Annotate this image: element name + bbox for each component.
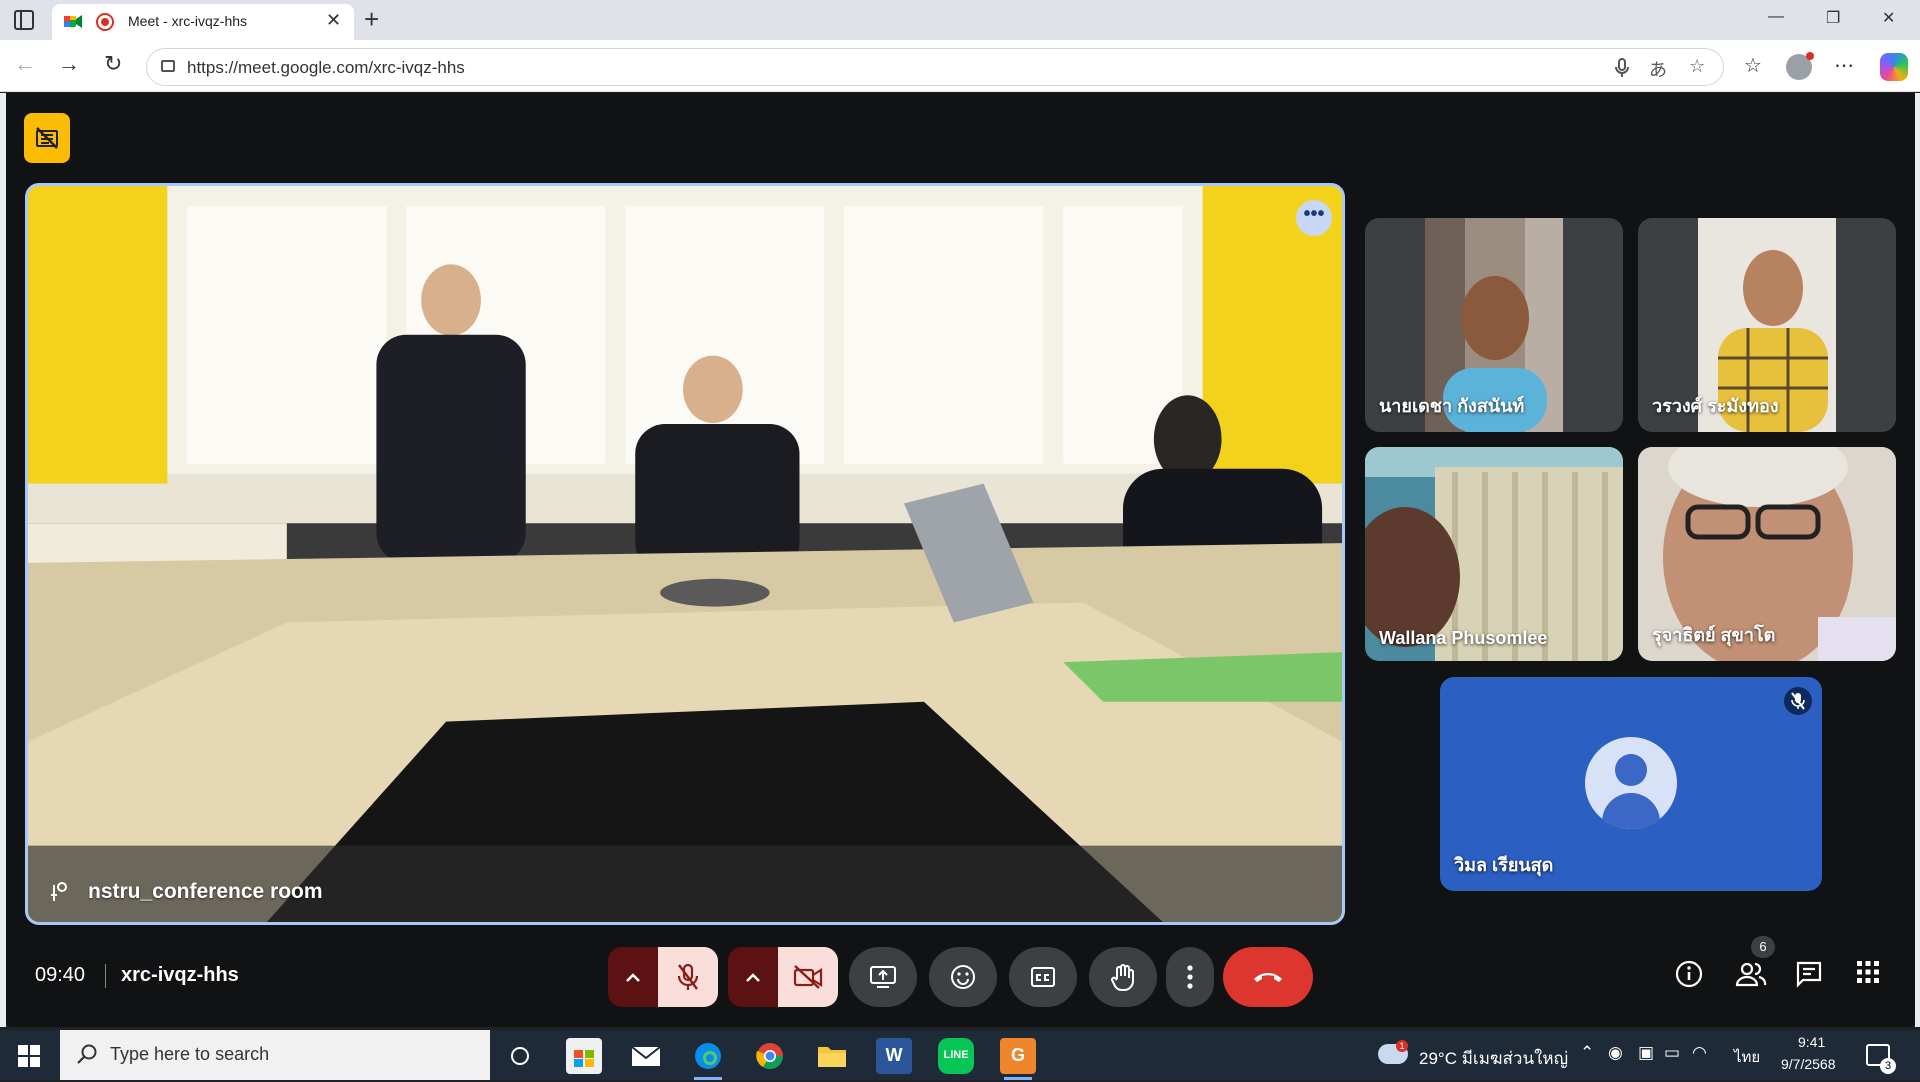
pin-icon[interactable]: [48, 879, 70, 903]
main-speaker-name: nstru_conference room: [88, 880, 323, 903]
audio-options-button[interactable]: [608, 947, 658, 1007]
address-bar[interactable]: https://meet.google.com/xrc-ivqz-hhs あ ☆: [146, 48, 1724, 86]
favorite-star-icon[interactable]: ☆: [1689, 56, 1705, 77]
emoji-icon: [951, 965, 975, 989]
meeting-info-icon[interactable]: [1675, 960, 1703, 988]
site-info-icon[interactable]: [161, 60, 175, 72]
google-meet-icon: [64, 15, 82, 28]
edge-browser-icon[interactable]: [690, 1038, 726, 1080]
conference-room-video: [28, 186, 1342, 922]
profile-avatar[interactable]: [1786, 52, 1814, 80]
participant-name: รุจาธิตย์ สุขาโต: [1652, 625, 1776, 645]
voice-search-icon[interactable]: [1615, 58, 1629, 78]
recording-off-icon: [36, 127, 58, 149]
participant-tile[interactable]: Wallana Phusomlee: [1365, 447, 1623, 661]
browser-toolbar: ← → ↻ https://meet.google.com/xrc-ivqz-h…: [0, 40, 1920, 92]
chevron-up-icon: [626, 973, 640, 982]
forward-icon[interactable]: →: [58, 52, 80, 76]
battery-icon[interactable]: ▭: [1664, 1043, 1680, 1063]
muted-icon: [1784, 687, 1812, 715]
workspaces-icon[interactable]: [14, 10, 34, 30]
camera-off-icon: [793, 965, 823, 989]
favorites-icon[interactable]: ☆: [1744, 53, 1762, 78]
captions-icon: [1031, 967, 1055, 987]
divider: [105, 964, 106, 988]
url-text[interactable]: https://meet.google.com/xrc-ivqz-hhs: [187, 58, 465, 78]
people-icon[interactable]: [1735, 960, 1767, 988]
tab-meet[interactable]: Meet - xrc-ivqz-hhs ✕: [52, 4, 354, 40]
window-edge: [1915, 93, 1920, 1027]
present-screen-icon: [870, 966, 896, 988]
copilot-icon[interactable]: [1880, 53, 1908, 81]
record-tray-icon[interactable]: ◉: [1608, 1043, 1623, 1063]
close-window-button[interactable]: ✕: [1882, 8, 1895, 28]
taskbar-clock-time[interactable]: 9:41: [1798, 1034, 1825, 1050]
weather-alert-badge: 1: [1396, 1040, 1408, 1052]
tab-title: Meet - xrc-ivqz-hhs: [128, 13, 248, 29]
notification-count: 3: [1880, 1058, 1896, 1074]
pdf-app-icon[interactable]: G: [1000, 1038, 1036, 1080]
video-options-button[interactable]: [728, 947, 778, 1007]
meeting-clock: 09:40: [35, 964, 86, 986]
search-icon: [77, 1044, 97, 1064]
participant-name: นายเดชา กังสนันท์: [1379, 396, 1525, 416]
minimize-button[interactable]: —: [1768, 8, 1784, 26]
raise-hand-icon: [1111, 964, 1134, 991]
meeting-code: xrc-ivqz-hhs: [121, 964, 239, 986]
participant-count-badge: 6: [1751, 936, 1775, 958]
settings-more-icon[interactable]: ⋯: [1834, 53, 1854, 78]
word-icon[interactable]: W: [876, 1038, 912, 1074]
activities-icon[interactable]: [1856, 960, 1880, 984]
taskbar-search-input[interactable]: Type here to search: [60, 1030, 490, 1080]
translate-icon[interactable]: あ: [1649, 56, 1667, 82]
phone-hangup-icon: [1254, 973, 1282, 982]
mail-icon[interactable]: [628, 1038, 664, 1074]
recording-badge[interactable]: [24, 113, 70, 163]
taskbar-clock-date[interactable]: 9/7/2568: [1781, 1056, 1836, 1072]
reactions-button[interactable]: [929, 947, 997, 1007]
mic-toggle-button[interactable]: [658, 947, 718, 1007]
file-explorer-icon[interactable]: [814, 1038, 850, 1074]
present-screen-button[interactable]: [849, 947, 917, 1007]
participant-name: วรวงศ์ ระมังทอง: [1652, 396, 1779, 416]
raise-hand-button[interactable]: [1089, 947, 1157, 1007]
back-icon[interactable]: ←: [14, 52, 36, 76]
camera-toggle-button[interactable]: [778, 947, 838, 1007]
main-speaker-tile[interactable]: ••• nstru_conference room: [25, 183, 1345, 925]
line-app-icon[interactable]: LINE: [938, 1038, 974, 1074]
input-language[interactable]: ไทย: [1734, 1045, 1760, 1069]
microphone-off-icon: [677, 963, 699, 990]
tab-close-icon[interactable]: ✕: [326, 10, 341, 31]
participant-tile[interactable]: วรวงศ์ ระมังทอง: [1638, 218, 1896, 432]
meet-now-icon[interactable]: ▣: [1638, 1043, 1654, 1063]
chevron-up-icon: [746, 973, 760, 982]
captions-button[interactable]: [1009, 947, 1077, 1007]
browser-tab-bar: Meet - xrc-ivqz-hhs ✕ + — ❐ ✕: [0, 0, 1920, 40]
more-options-button[interactable]: [1166, 947, 1214, 1007]
avatar: [1585, 737, 1677, 829]
task-view-icon[interactable]: [502, 1038, 538, 1074]
participant-name: Wallana Phusomlee: [1379, 628, 1548, 648]
restore-button[interactable]: ❐: [1826, 8, 1840, 28]
leave-call-button[interactable]: [1223, 947, 1313, 1007]
participant-tile[interactable]: นายเดชา กังสนันท์: [1365, 218, 1623, 432]
chat-icon[interactable]: [1795, 960, 1823, 988]
search-placeholder: Type here to search: [110, 1044, 270, 1064]
store-icon[interactable]: [566, 1038, 602, 1074]
participant-tile[interactable]: วิมล เรียนสุด: [1440, 677, 1822, 891]
participant-tile[interactable]: รุจาธิตย์ สุขาโต: [1638, 447, 1896, 661]
chevron-up-icon[interactable]: ⌃: [1580, 1043, 1594, 1063]
windows-taskbar: Type here to search W LINE G 1 29°C มีเม…: [0, 1030, 1920, 1080]
participant-name: วิมล เรียนสุด: [1454, 855, 1554, 875]
chrome-icon[interactable]: [752, 1038, 788, 1074]
more-vertical-icon: [1187, 965, 1193, 989]
reload-icon[interactable]: ↻: [104, 52, 122, 76]
weather-text[interactable]: 29°C มีเมฆส่วนใหญ่: [1419, 1045, 1568, 1072]
wifi-icon[interactable]: ◠: [1692, 1043, 1707, 1063]
windows-start-icon[interactable]: [18, 1045, 40, 1067]
recording-icon: [96, 13, 114, 31]
new-tab-button[interactable]: +: [364, 4, 379, 34]
tile-more-options-button[interactable]: •••: [1296, 200, 1332, 236]
